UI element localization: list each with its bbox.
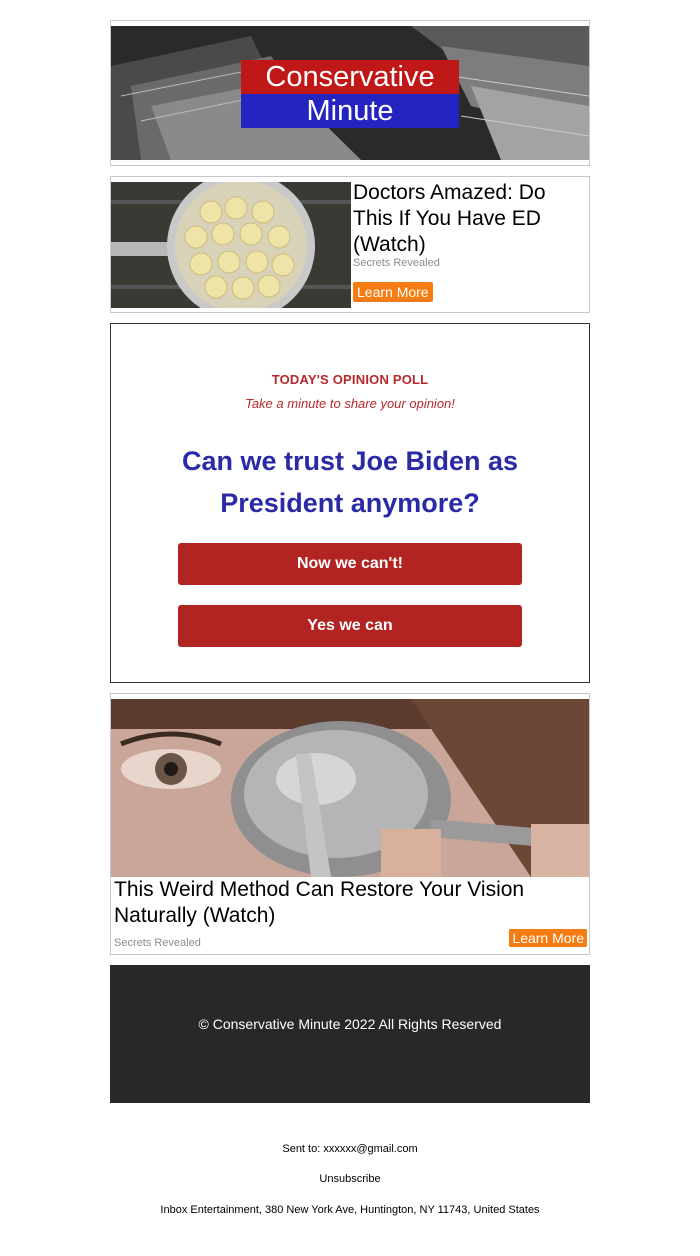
footer-banner: © Conservative Minute 2022 All Rights Re… <box>110 965 590 1103</box>
logo-line-1: Conservative <box>241 60 459 94</box>
ad-image-bananas-pot[interactable] <box>111 182 351 308</box>
learn-more-button[interactable]: Learn More <box>509 929 587 947</box>
learn-more-button[interactable]: Learn More <box>353 282 433 302</box>
header-banner: Conservative Minute <box>110 20 590 166</box>
poll-option-button[interactable]: Yes we can <box>178 605 522 647</box>
poll-kicker: TODAY'S OPINION POLL <box>271 372 429 387</box>
ad-card-ed[interactable]: Doctors Amazed: Do This If You Have ED (… <box>110 176 590 313</box>
ad-title[interactable]: This Weird Method Can Restore Your Visio… <box>114 877 586 929</box>
ad-card-vision[interactable]: This Weird Method Can Restore Your Visio… <box>110 693 590 955</box>
ad-title[interactable]: Doctors Amazed: Do This If You Have ED (… <box>353 180 589 258</box>
poll-subtitle: Take a minute to share your opinion! <box>245 396 455 411</box>
newspaper-background-image: Conservative Minute <box>111 26 589 160</box>
ad-source: Secrets Revealed <box>353 257 440 269</box>
poll-question: Can we trust Joe Biden as President anym… <box>181 446 519 518</box>
opinion-poll: TODAY'S OPINION POLL Take a minute to sh… <box>110 323 590 683</box>
ad-source: Secrets Revealed <box>114 937 201 949</box>
poll-option-button[interactable]: Now we can't! <box>178 543 522 585</box>
company-address: Inbox Entertainment, 380 New York Ave, H… <box>160 1204 540 1216</box>
ad-image-spoon-eye[interactable] <box>111 699 589 877</box>
copyright-text: © Conservative Minute 2022 All Rights Re… <box>198 1016 502 1032</box>
sent-to-text: Sent to: xxxxxx@gmail.com <box>282 1143 418 1155</box>
logo-line-2: Minute <box>241 94 459 128</box>
unsubscribe-link[interactable]: Unsubscribe <box>0 1173 700 1185</box>
